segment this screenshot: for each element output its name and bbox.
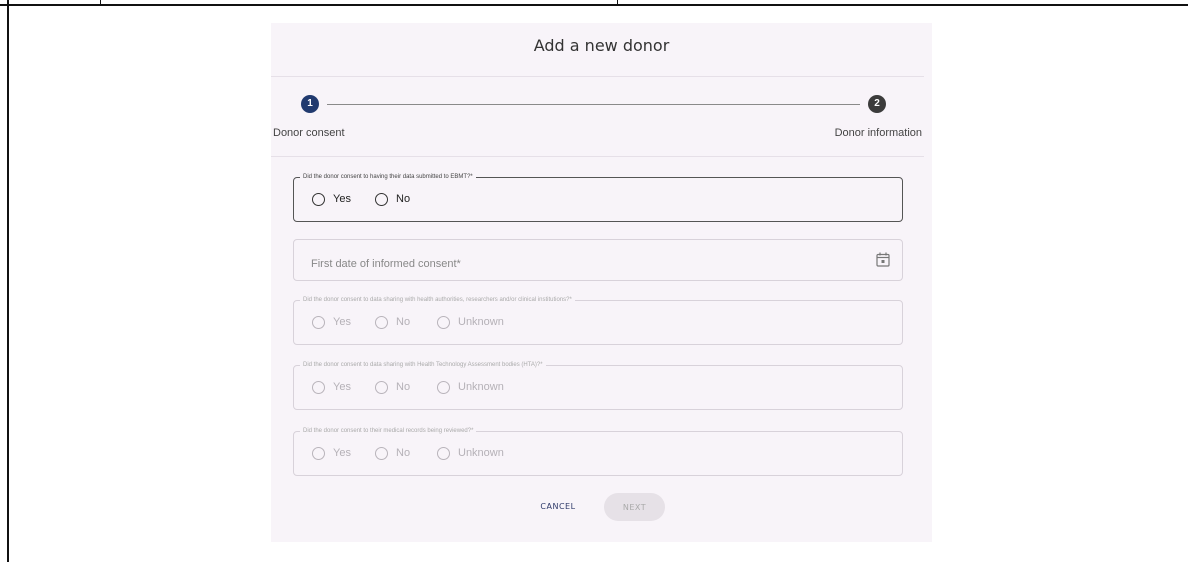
radio-label: Yes: [333, 447, 351, 459]
radio-circle-icon: [312, 380, 325, 394]
radio-label: Yes: [333, 381, 351, 393]
cancel-button[interactable]: CANCEL: [533, 496, 583, 516]
first-consent-date-field[interactable]: First date of informed consent*: [293, 239, 903, 281]
radio-label: Yes: [333, 193, 351, 205]
radio-label: Unknown: [458, 381, 504, 393]
radio-circle-icon: [437, 446, 450, 460]
step-1-indicator[interactable]: 1: [301, 95, 319, 113]
divider: [271, 76, 924, 77]
radio-label: Yes: [333, 316, 351, 328]
medical-records-yes-radio[interactable]: Yes: [312, 445, 351, 461]
hta-sharing-question: Did the donor consent to data sharing wi…: [293, 361, 903, 410]
question-label: Did the donor consent to having their da…: [303, 174, 473, 180]
consent-form: Did the donor consent to having their da…: [271, 157, 932, 477]
medical-records-unknown-radio[interactable]: Unknown: [437, 445, 504, 461]
background-frame-divider: [100, 0, 101, 6]
medical-records-review-question: Did the donor consent to their medical r…: [293, 427, 903, 476]
radio-label: No: [396, 193, 411, 205]
next-button[interactable]: NEXT: [604, 493, 665, 521]
step-1-label[interactable]: Donor consent: [273, 127, 345, 139]
radio-circle-icon: [312, 315, 325, 329]
radio-circle-icon: [437, 380, 450, 394]
question-label: Did the donor consent to data sharing wi…: [303, 297, 572, 303]
radio-label: No: [396, 447, 411, 459]
background-frame-top: [0, 0, 1188, 6]
radio-circle-icon: [312, 192, 325, 206]
ebmt-consent-question: Did the donor consent to having their da…: [293, 173, 903, 222]
radio-label: Unknown: [458, 316, 504, 328]
question-label: Did the donor consent to their medical r…: [303, 428, 474, 434]
stepper-connector: [327, 104, 860, 105]
calendar-icon[interactable]: [876, 252, 890, 267]
background-frame-left: [7, 0, 9, 562]
question-label: Did the donor consent to data sharing wi…: [303, 362, 543, 368]
ebmt-consent-yes-radio[interactable]: Yes: [312, 191, 351, 207]
medical-records-no-radio[interactable]: No: [375, 445, 410, 461]
health-authorities-no-radio[interactable]: No: [375, 314, 410, 330]
health-authorities-unknown-radio[interactable]: Unknown: [437, 314, 504, 330]
radio-label: No: [396, 316, 411, 328]
radio-circle-icon: [375, 446, 388, 460]
radio-circle-icon: [375, 192, 388, 206]
step-2-label[interactable]: Donor information: [835, 127, 922, 139]
radio-circle-icon: [375, 315, 388, 329]
hta-unknown-radio[interactable]: Unknown: [437, 379, 504, 395]
health-authorities-sharing-question: Did the donor consent to data sharing wi…: [293, 296, 903, 345]
add-donor-dialog: Add a new donor 1 2 Donor consent Donor …: [271, 23, 932, 542]
health-authorities-yes-radio[interactable]: Yes: [312, 314, 351, 330]
radio-circle-icon: [375, 380, 388, 394]
hta-yes-radio[interactable]: Yes: [312, 379, 351, 395]
dialog-title: Add a new donor: [533, 36, 670, 55]
step-2-indicator[interactable]: 2: [868, 95, 886, 113]
background-frame-divider: [617, 0, 618, 6]
radio-circle-icon: [437, 315, 450, 329]
radio-label: No: [396, 381, 411, 393]
ebmt-consent-no-radio[interactable]: No: [375, 191, 410, 207]
radio-label: Unknown: [458, 447, 504, 459]
radio-circle-icon: [312, 446, 325, 460]
date-placeholder: First date of informed consent*: [311, 258, 461, 270]
hta-no-radio[interactable]: No: [375, 379, 410, 395]
